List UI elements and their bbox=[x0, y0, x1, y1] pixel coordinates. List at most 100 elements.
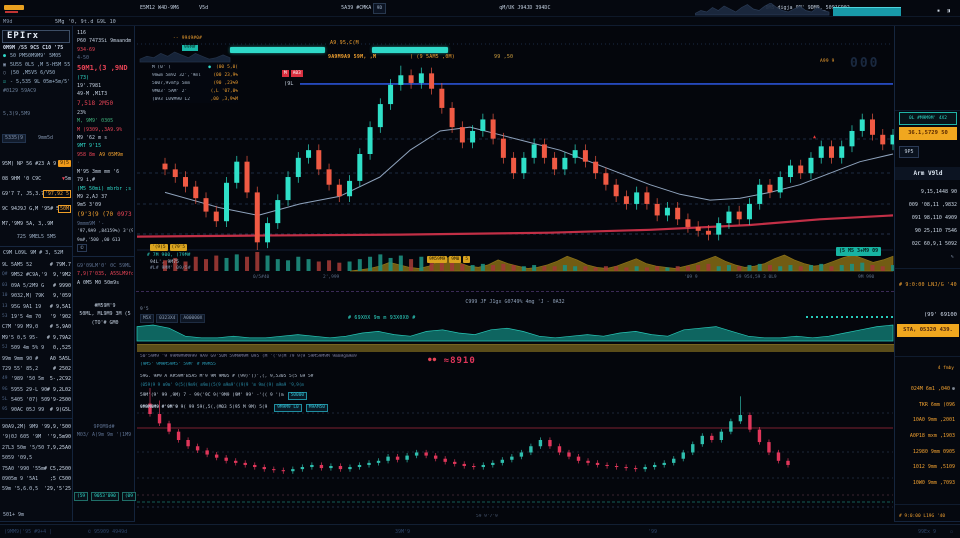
order-row[interactable]: 1012 9mm ,5109 bbox=[895, 460, 955, 476]
alert-row[interactable]: 95M) NP 56 #23 A 9 9(5 bbox=[2, 156, 71, 171]
list-item[interactable]: 27L3 50m '5/50 7,9,25A0 bbox=[2, 443, 71, 453]
list-item[interactable]: 9L 5AM5 52 # 79M.7 bbox=[2, 260, 71, 270]
order-row[interactable]: 10W0 9mm ,7093 bbox=[895, 476, 955, 492]
signal-box[interactable]: 0L #M9M9M' 4X2 bbox=[899, 112, 957, 125]
trade-button[interactable]: '(9(5 bbox=[150, 244, 168, 251]
interval-badge[interactable]: 99M# bbox=[182, 45, 198, 51]
alert-row[interactable]: G9'7 7, J5,3.7- '97,92 5 bbox=[2, 186, 71, 201]
quote-button[interactable]: (59 bbox=[74, 492, 88, 501]
order-row[interactable]: 12980 9mm 0905 bbox=[895, 445, 955, 461]
flash-dots-icon: ●● bbox=[428, 356, 437, 363]
list-item[interactable]: 53 19'5 4m 70 '9 '902 bbox=[2, 312, 71, 322]
news-badge[interactable]: 50000 bbox=[288, 392, 308, 400]
list-item[interactable]: 5J 509 4m 5% 9 0,,525 bbox=[2, 343, 71, 353]
symbol-ticker[interactable]: EPIrx bbox=[2, 30, 70, 43]
order-row[interactable]: A0P18 mxm ,1903 bbox=[895, 429, 955, 445]
range-button[interactable]: 9M59M9 bbox=[427, 256, 447, 263]
menu-bar: E5M12 W4D-9M6 V5d 5A39 #CMKA qM/UK J94JD 39… bbox=[0, 0, 960, 17]
toolbar-mode-label[interactable]: M9d bbox=[3, 19, 13, 25]
quote-line: 934-69 bbox=[77, 46, 133, 54]
news-link[interactable]: (9M5' 9M9M59M5' 59M' # M9M55 bbox=[140, 362, 440, 367]
alert-row[interactable]: 08 9HM '0 C9C ▼ 5m bbox=[2, 171, 71, 186]
legend-row[interactable]: (093 L0VM90 L2 ,00 ,3,9%M bbox=[152, 95, 238, 103]
orders-label: 4 fmby bbox=[938, 366, 954, 371]
depth-bar-buy bbox=[230, 47, 325, 53]
news-link[interactable]: (059(9 9 m9m' 9(5((9m9( m9m((5(9 m9m9'((… bbox=[140, 382, 560, 387]
list-item[interactable]: 03 09A 5/2M9 G # 9990 bbox=[2, 281, 71, 291]
news-row[interactable]: 59M'(9' 99 ,9M) 7 - 99('9C 9('9M9 (9M' 9… bbox=[140, 392, 580, 400]
list-item[interactable]: '9)0J 605 '9M ''9,5m90 bbox=[2, 432, 71, 442]
quote-button[interactable]: (09 bbox=[122, 492, 136, 501]
trade-button[interactable]: (79'5 bbox=[170, 244, 188, 251]
list-item[interactable]: 49 '989 '50 5m 5-,2C92 bbox=[2, 374, 71, 384]
panel-footer-label[interactable]: 501+ 9m bbox=[3, 512, 24, 518]
alert-badge[interactable]: A03 bbox=[291, 70, 303, 77]
quote-button[interactable]: 9053'090 bbox=[91, 492, 119, 501]
list-item[interactable]: 5059 '09,5 bbox=[2, 453, 71, 463]
list-item[interactable]: 9G 5955 29-L 90 # 9,2L02 bbox=[2, 385, 71, 395]
order-row[interactable]: TKR 6mm (096 bbox=[895, 398, 955, 414]
list-item[interactable]: 75A0 '990 '55m 9 # C5,2500 bbox=[2, 464, 71, 474]
option-row[interactable]: ◯(50 ,M5V5 6/V50 bbox=[3, 69, 71, 78]
menu-badge-icon[interactable]: 9D bbox=[373, 3, 386, 14]
legend-row[interactable]: M (0' ( ● (00 5,0( bbox=[152, 63, 238, 71]
alert-row[interactable]: M7,'9M9 5A, 3,.9M bbox=[2, 216, 71, 231]
quote-lines: 116 P60 7473Si 9maandm 934-69 4-50 50M1,… bbox=[77, 29, 133, 245]
notification-block[interactable] bbox=[833, 7, 901, 16]
list-item[interactable]: 59m '5,6.0,5 '29,'5'25 bbox=[2, 484, 71, 494]
chart-buttons: '(9(5 (79'5 bbox=[150, 244, 189, 251]
legend-row[interactable]: 5007,9vmfp 5mm (90 ,23%9 bbox=[152, 79, 238, 87]
list-item[interactable]: 95 90AC 05J 99 # 9)G5L bbox=[2, 405, 71, 415]
last-price-tag[interactable]: (5 M5 3+M9 09 bbox=[836, 247, 881, 256]
alert-row[interactable]: 9C 94J9J G,M '95# 5 50M bbox=[2, 201, 71, 216]
menu-item[interactable]: E5M12 W4D-9M6 bbox=[140, 5, 179, 11]
list-item[interactable]: 13 95G 9A1 19 # 9,5A1 bbox=[2, 302, 71, 312]
order-row[interactable]: 024M 6m1 ,040⊕ bbox=[895, 382, 955, 398]
list-item[interactable]: 5L 5405 '07) 50 9'9-2500 bbox=[2, 395, 71, 405]
option-row[interactable]: ☑- 5,535 9L 05m+5m/5' bbox=[3, 78, 71, 87]
watchlist-note: #0129 59AC9 bbox=[3, 88, 36, 94]
list-item[interactable]: 729 55' 85,2 # 2502 bbox=[2, 364, 71, 374]
legend-row[interactable]: 9M03' 5AM' 2' (,L '07,0% bbox=[152, 87, 238, 95]
alert-badge[interactable]: 50M bbox=[58, 205, 71, 213]
range-button[interactable]: 5 bbox=[463, 256, 470, 263]
window-icon[interactable]: ◨ bbox=[947, 8, 950, 14]
list-item[interactable]: 90A9,2M) 9M9 '9M 9,9,'500 bbox=[2, 422, 71, 432]
list-item[interactable]: Q# 9M52 #C9A,'9 9,'9M2 bbox=[2, 270, 71, 280]
list-item[interactable]: 0905m 9 '5A1 ;5 C500 bbox=[2, 474, 71, 484]
symbol-chip[interactable]: 9P5 bbox=[899, 146, 919, 158]
bottom-tab[interactable]: A00000X bbox=[180, 314, 205, 323]
highlight-bar[interactable]: STA, 05320 439. bbox=[897, 324, 959, 337]
menu-item[interactable]: qM/UK J94JD 394DC bbox=[499, 5, 550, 11]
volume-label: 94L', 9M75 bbox=[150, 260, 179, 265]
bottom-tab[interactable]: M5X bbox=[140, 314, 154, 323]
edit-icon[interactable]: ✎ bbox=[951, 254, 954, 260]
quote-line: #M59M'9 bbox=[75, 302, 135, 310]
list-item[interactable]: 10 9032,M) 79K 9,'059 bbox=[2, 291, 71, 301]
section-tag[interactable]: 5335(9 bbox=[2, 134, 26, 143]
news-headline[interactable]: 59G. 9#9 A A#59M'B5A5 M'9 9M 9M05 # (99)… bbox=[140, 374, 570, 379]
menu-item[interactable]: 5A39 #CMKA bbox=[341, 5, 371, 11]
option-row[interactable]: ●50 PM50M9M9' 5M05 bbox=[3, 52, 71, 61]
bottom-tab[interactable]: 0323X4 bbox=[156, 314, 178, 323]
news-row[interactable]: 9M9M9M9 #'9M'9 9( 99 59(,5(,(M03 5(95 M … bbox=[140, 404, 600, 412]
expand-icon[interactable]: ⊕ bbox=[952, 386, 955, 392]
news-badge[interactable]: 9M9M9 L0 bbox=[274, 404, 302, 412]
highlight-price-box[interactable]: 36.1,5729 50 bbox=[899, 127, 957, 140]
alert-badge[interactable]: M bbox=[282, 70, 289, 77]
window-icon[interactable]: ▪ bbox=[937, 8, 940, 14]
list-item[interactable]: 99m 9mm 90 # A0 5A5L bbox=[2, 354, 71, 364]
list-item[interactable]: C7M '99 M9,0 # 5,9A0 bbox=[2, 322, 71, 332]
news-badge[interactable]: M9AM50 bbox=[306, 404, 328, 412]
copyright-icon[interactable]: © bbox=[77, 244, 87, 252]
option-row[interactable]: ▣5U55 0L5 ,M 5-H5M 55 bbox=[3, 61, 71, 70]
range-button[interactable]: 9M0 bbox=[449, 256, 461, 263]
list-item[interactable]: M9'5 0,5 95- # 9,79A2 bbox=[2, 333, 71, 343]
news-headline[interactable]: 50'59M9 '9 99M9M9M999 9A9 G9'50M 59M9M9M… bbox=[140, 354, 580, 359]
menu-item[interactable]: V5d bbox=[199, 5, 208, 11]
alert-badge[interactable]: '97,92 5 bbox=[43, 190, 71, 198]
watchlist-note: 5,3(9,5M9 bbox=[3, 111, 30, 117]
order-row[interactable]: 10A0 9mm ,2001 bbox=[895, 413, 955, 429]
legend-row[interactable]: 9mwm 5m92 32','9ml (00 23,9% bbox=[152, 71, 238, 79]
alert-badge[interactable]: 9(5 bbox=[58, 160, 71, 167]
